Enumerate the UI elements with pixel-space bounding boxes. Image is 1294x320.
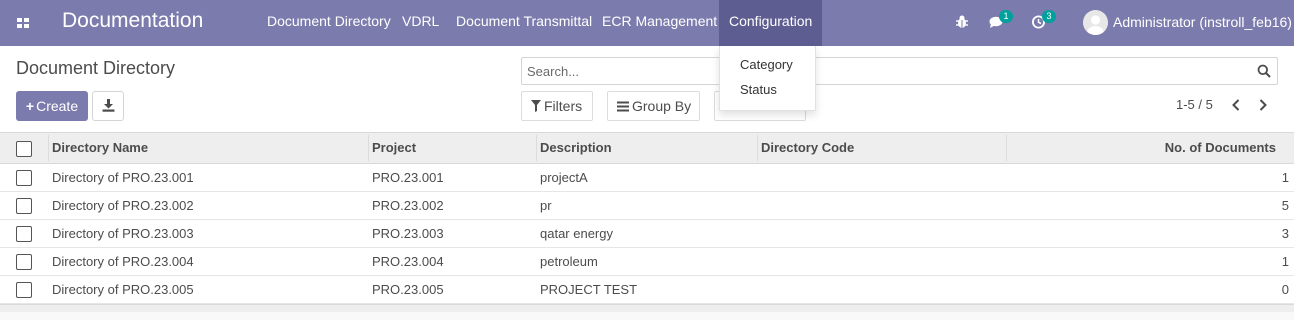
row-checkbox[interactable] — [16, 226, 32, 242]
column-divider — [757, 135, 758, 161]
cell-no-of-documents: 1 — [1281, 254, 1289, 269]
column-header-project[interactable]: Project — [372, 133, 416, 163]
column-divider — [536, 135, 537, 161]
search-icon[interactable] — [1257, 64, 1271, 78]
create-button[interactable]: + Create — [16, 91, 88, 121]
row-checkbox[interactable] — [16, 254, 32, 270]
cell-project: PRO.23.001 — [372, 170, 444, 185]
table-row[interactable]: Directory of PRO.23.004 PRO.23.004 petro… — [0, 248, 1294, 276]
user-menu[interactable]: Administrator (instroll_feb16) — [1083, 8, 1292, 36]
cell-project: PRO.23.002 — [372, 198, 444, 213]
row-checkbox[interactable] — [16, 198, 32, 214]
list-icon — [617, 101, 629, 112]
table-row[interactable]: Directory of PRO.23.003 PRO.23.003 qatar… — [0, 220, 1294, 248]
column-divider — [368, 135, 369, 161]
pager-next-button[interactable] — [1256, 97, 1270, 113]
cell-description: petroleum — [540, 254, 598, 269]
menu-vdrl[interactable]: VDRL — [402, 0, 439, 46]
table-row[interactable]: Directory of PRO.23.005 PRO.23.005 PROJE… — [0, 276, 1294, 304]
pager-value[interactable]: 1-5 / 5 — [1176, 97, 1213, 112]
filters-button[interactable]: Filters — [521, 91, 593, 121]
top-navbar: Documentation Document Directory VDRL Do… — [0, 0, 1294, 46]
column-header-directory-name[interactable]: Directory Name — [52, 133, 148, 163]
column-header-description[interactable]: Description — [540, 133, 612, 163]
cell-directory-name: Directory of PRO.23.002 — [52, 198, 194, 213]
messages-count-badge: 1 — [999, 10, 1013, 23]
cell-directory-name: Directory of PRO.23.001 — [52, 170, 194, 185]
cell-description: pr — [540, 198, 552, 213]
download-icon — [102, 99, 115, 112]
messages-button[interactable]: 1 — [988, 10, 1016, 32]
menu-document-directory[interactable]: Document Directory — [267, 0, 391, 46]
filters-label: Filters — [544, 98, 583, 114]
cell-project: PRO.23.005 — [372, 282, 444, 297]
chevron-right-icon — [1259, 99, 1267, 111]
cell-no-of-documents: 0 — [1281, 282, 1289, 297]
table-row[interactable]: Directory of PRO.23.001 PRO.23.001 proje… — [0, 164, 1294, 192]
filter-icon — [531, 100, 541, 112]
apps-grid-icon[interactable] — [12, 12, 34, 34]
cell-directory-name: Directory of PRO.23.003 — [52, 226, 194, 241]
cell-description: projectA — [540, 170, 588, 185]
table-footer — [0, 304, 1294, 312]
page-title: Document Directory — [16, 58, 176, 78]
row-checkbox[interactable] — [16, 170, 32, 186]
table-header: Directory Name Project Description Direc… — [0, 132, 1294, 164]
menu-configuration[interactable]: Configuration — [719, 0, 823, 46]
cell-no-of-documents: 3 — [1281, 226, 1289, 241]
bottom-strip — [0, 312, 1294, 320]
list-table: Directory Name Project Description Direc… — [0, 132, 1294, 312]
create-button-label: Create — [36, 98, 79, 114]
cell-no-of-documents: 5 — [1281, 198, 1289, 213]
dropdown-item-category[interactable]: Category — [740, 57, 793, 72]
cell-description: qatar energy — [540, 226, 613, 241]
select-all-checkbox[interactable] — [16, 141, 32, 157]
cell-no-of-documents: 1 — [1281, 170, 1289, 185]
search-input[interactable] — [522, 58, 1247, 84]
cell-directory-name: Directory of PRO.23.004 — [52, 254, 194, 269]
app-title[interactable]: Documentation — [62, 9, 203, 33]
export-button[interactable] — [92, 91, 124, 121]
activities-count-badge: 3 — [1042, 10, 1056, 23]
group-by-button[interactable]: Group By — [607, 91, 700, 121]
column-header-no-of-documents[interactable]: No. of Documents — [1165, 133, 1276, 163]
dropdown-item-status[interactable]: Status — [740, 82, 777, 97]
cell-project: PRO.23.004 — [372, 254, 444, 269]
row-checkbox[interactable] — [16, 282, 32, 298]
activities-button[interactable]: 3 — [1031, 10, 1059, 32]
cell-project: PRO.23.003 — [372, 226, 444, 241]
user-name: Administrator (instroll_feb16) — [1113, 14, 1292, 30]
cell-description: PROJECT TEST — [540, 282, 638, 297]
search-box — [521, 57, 1278, 85]
bug-icon[interactable] — [955, 12, 971, 32]
table-row[interactable]: Directory of PRO.23.002 PRO.23.002 pr 5 — [0, 192, 1294, 220]
column-header-directory-code[interactable]: Directory Code — [761, 133, 854, 163]
avatar — [1083, 9, 1108, 35]
group-by-label: Group By — [632, 98, 692, 114]
pager-previous-button[interactable] — [1229, 97, 1243, 113]
chevron-left-icon — [1232, 99, 1240, 111]
menu-ecr-management[interactable]: ECR Management — [602, 0, 717, 46]
configuration-dropdown: Category Status — [719, 46, 816, 111]
column-divider — [1006, 135, 1007, 161]
plus-icon: + — [25, 98, 35, 114]
menu-document-transmittal[interactable]: Document Transmittal — [456, 0, 592, 46]
column-divider — [48, 135, 49, 161]
cell-directory-name: Directory of PRO.23.005 — [52, 282, 194, 297]
